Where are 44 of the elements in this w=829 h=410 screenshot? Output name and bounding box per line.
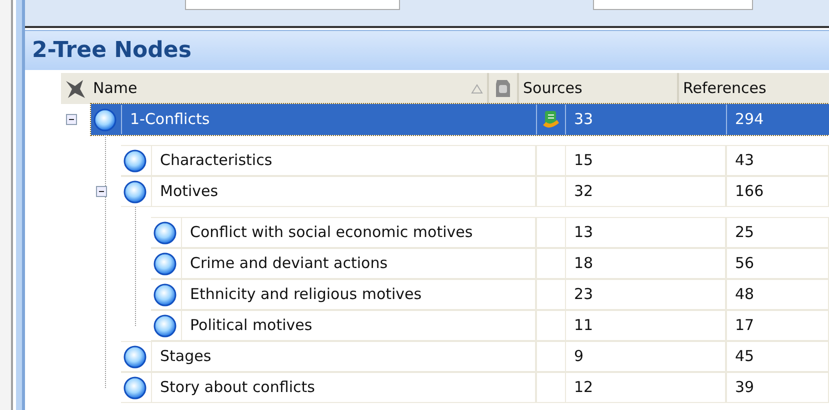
source-count: 33 — [566, 104, 726, 135]
reference-count: 294 — [726, 104, 829, 135]
input-field[interactable] — [185, 0, 400, 10]
node-icon — [153, 314, 177, 338]
source-count: 23 — [566, 279, 726, 310]
collapse-toggle[interactable] — [96, 186, 107, 197]
source-count: 15 — [566, 145, 726, 176]
reference-count: 17 — [726, 310, 829, 341]
node-icon — [123, 180, 147, 204]
reference-count: 45 — [726, 341, 829, 372]
node-icon — [93, 108, 117, 132]
node-name: Conflict with social economic motives — [181, 218, 535, 247]
source-count: 9 — [566, 341, 726, 372]
input-field[interactable] — [593, 0, 753, 10]
collapse-toggle[interactable] — [66, 114, 77, 125]
node-name: Political motives — [181, 311, 535, 340]
node-name: Stages — [151, 342, 535, 371]
reference-count: 43 — [726, 145, 829, 176]
node-icon — [123, 376, 147, 400]
node-icon — [123, 148, 147, 172]
sort-arrow-icon — [471, 84, 483, 94]
node-name: Crime and deviant actions — [181, 249, 535, 278]
source-count: 32 — [566, 176, 726, 207]
node-icon — [123, 344, 147, 368]
source-count: 18 — [566, 248, 726, 279]
reference-count: 48 — [726, 279, 829, 310]
node-name: Story about conflicts — [151, 373, 535, 402]
node-name: Characteristics — [151, 146, 535, 175]
reference-count: 39 — [726, 372, 829, 403]
source-count: 12 — [566, 372, 726, 403]
panel-title: 2-Tree Nodes — [25, 30, 829, 70]
node-icon — [153, 252, 177, 276]
reference-count: 56 — [726, 248, 829, 279]
reference-count: 25 — [726, 217, 829, 248]
node-name: Motives — [151, 177, 535, 206]
node-name: Ethnicity and religious motives — [181, 280, 535, 309]
node-icon — [153, 220, 177, 244]
column-header[interactable]: Name — [93, 77, 471, 100]
column-header[interactable]: References — [679, 73, 829, 104]
node-icon — [153, 282, 177, 306]
node-name: 1-Conflicts — [121, 105, 535, 134]
source-count: 11 — [566, 310, 726, 341]
reference-count: 166 — [726, 176, 829, 207]
source-count: 13 — [566, 217, 726, 248]
